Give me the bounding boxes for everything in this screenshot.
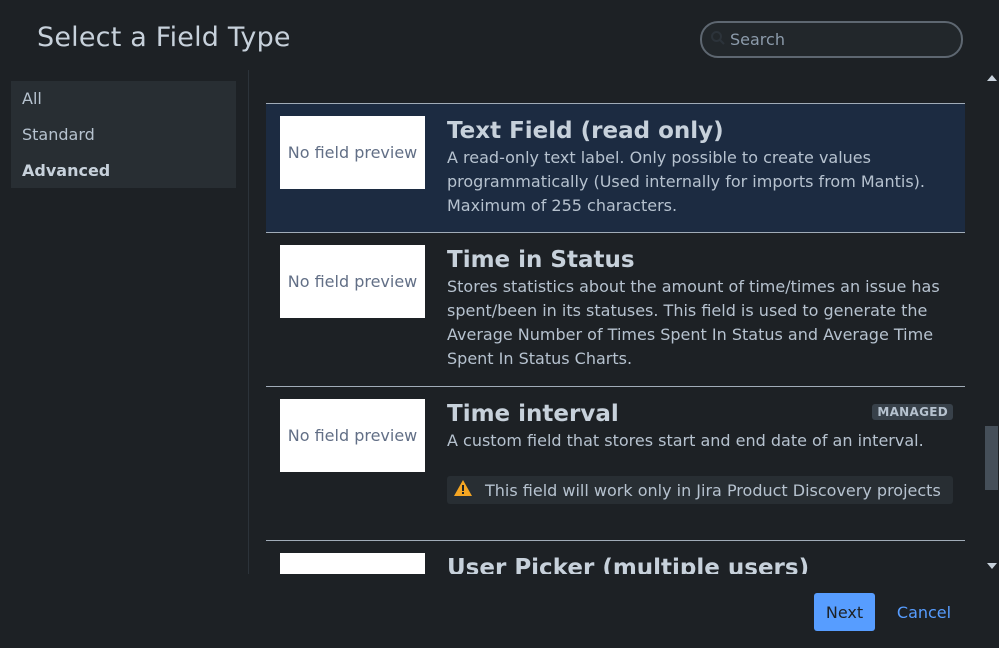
- scroll-down-arrow-icon[interactable]: [987, 563, 997, 569]
- field-preview: No field preview: [280, 245, 425, 318]
- field-card-time-in-status[interactable]: No field preview Time in Status Stores s…: [266, 232, 965, 386]
- field-preview: [280, 553, 425, 574]
- field-card-title: Time in Status: [447, 247, 635, 273]
- field-card-title: User Picker (multiple users): [447, 555, 810, 574]
- next-button[interactable]: Next: [814, 593, 875, 631]
- scroll-up-arrow-icon[interactable]: [987, 75, 997, 81]
- warning-message: This field will work only in Jira Produc…: [447, 476, 953, 504]
- field-card-title: Time interval: [447, 401, 619, 427]
- sidebar-divider: [248, 70, 249, 574]
- field-card-description: Stores statistics about the amount of ti…: [447, 277, 940, 368]
- managed-badge: MANAGED: [872, 404, 953, 420]
- field-card-description: A read-only text label. Only possible to…: [447, 148, 926, 215]
- search-input[interactable]: [730, 30, 930, 49]
- search-field[interactable]: [700, 21, 963, 58]
- warning-icon: [453, 479, 485, 501]
- dialog-title: Select a Field Type: [37, 22, 291, 53]
- field-card-description: A custom field that stores start and end…: [447, 431, 924, 450]
- sidebar-item-standard[interactable]: Standard: [11, 117, 236, 153]
- search-icon: [710, 30, 726, 50]
- field-type-list: No field preview Text Field (read only) …: [266, 70, 984, 574]
- field-card-text-field-read-only[interactable]: No field preview Text Field (read only) …: [266, 103, 965, 232]
- sidebar-item-all[interactable]: All: [11, 81, 236, 117]
- field-preview: No field preview: [280, 399, 425, 472]
- field-card-user-picker-multiple[interactable]: User Picker (multiple users): [266, 540, 965, 574]
- field-card-title: Text Field (read only): [447, 118, 724, 144]
- field-card-time-interval[interactable]: No field preview Time interval MANAGED A…: [266, 386, 965, 540]
- sidebar-item-advanced[interactable]: Advanced: [11, 153, 236, 189]
- scroll-thumb[interactable]: [985, 426, 998, 490]
- category-sidebar: All Standard Advanced: [11, 81, 236, 188]
- cancel-button[interactable]: Cancel: [888, 593, 960, 631]
- warning-text: This field will work only in Jira Produc…: [485, 480, 941, 500]
- field-preview: No field preview: [280, 116, 425, 189]
- list-scrollbar[interactable]: [984, 70, 999, 574]
